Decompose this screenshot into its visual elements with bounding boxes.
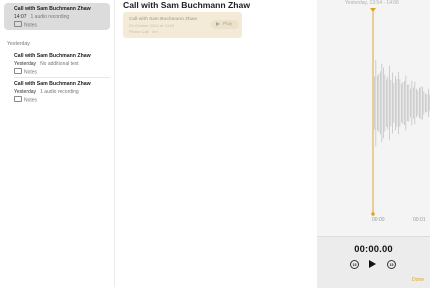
waveform-bar [410,89,411,118]
waveform-bar [394,83,395,123]
waveform-bar [377,76,378,131]
waveform-bar [404,81,405,125]
waveform-bar [397,79,398,127]
playhead-bottom-handle [371,212,374,215]
waveform-bar [400,79,401,127]
waveform-bar [398,72,399,134]
waveform-bar [412,81,413,125]
waveform-bar [419,88,420,118]
waveform-bar [403,82,404,124]
notes-list: Call with Sam Buchmann Zhaw 14:07 1 audio… [0,0,115,287]
play-label: Play [223,22,232,27]
list-item[interactable]: Call with Sam Buchmann Zhaw Yesterday No … [4,50,110,77]
waveform-bar [427,94,428,113]
note-time: Yesterday [14,61,36,67]
waveform-bar [415,82,416,124]
waveform-bar [418,90,419,115]
waveform-bar [392,73,393,134]
waveform-bar [413,88,414,119]
waveform-bar [391,80,392,126]
waveform-bar [388,77,389,130]
playhead-top-handle [370,8,376,12]
skip-forward-icon[interactable]: 15 [387,260,396,269]
page-title: Call with Sam Buchmann Zhaw [123,0,250,10]
folder-icon [14,21,22,27]
skip-back-label: 15 [351,263,358,267]
section-header-yesterday: Yesterday [7,41,30,47]
waveform-bar [376,60,377,146]
note-preview: 1 audio recording [40,89,79,95]
waveform-bar [374,77,375,130]
done-button[interactable]: Done [412,277,424,283]
note-preview: No additional text [40,61,79,67]
waveform-bar [382,64,383,143]
playback-controls: 00:00.00 15 15 Done [317,236,430,288]
recording-time-range: Yesterday, 13:54 - 14:06 [345,0,399,6]
waveform-bar [428,89,429,117]
audio-recording-card[interactable]: Call with Sam Buchmann Zhaw 29 October 2… [123,12,242,38]
list-item[interactable]: Call with Sam Buchmann Zhaw 14:07 1 audio… [4,3,110,30]
waveform-bar [416,89,417,117]
folder-icon [14,96,22,102]
waveform-bar [425,94,426,112]
waveform-bar [395,76,396,130]
play-icon [216,22,220,26]
note-title: Call with Sam Buchmann Zhaw [14,53,91,59]
note-preview: 1 audio recording [31,14,70,20]
waveform-bar [407,85,408,121]
waveform-bar [409,84,410,121]
waveform[interactable] [317,8,430,228]
waveform-bar [422,86,423,119]
waveform-bar [421,87,422,119]
playback-timer: 00:00.00 [317,243,430,254]
waveform-bar [424,91,425,114]
folder-icon [14,68,22,74]
audio-card-duration: Phone Call · 4m [129,29,158,34]
skip-back-icon[interactable]: 15 [350,260,359,269]
audio-player-panel: Yesterday, 13:54 - 14:06 00:00 00:01 00:… [317,0,430,287]
play-icon[interactable] [369,260,376,268]
waveform-bar [379,74,380,132]
timeline-label: 00:00 [372,217,385,223]
note-folder: Notes [24,98,37,104]
note-title: Call with Sam Buchmann Zhaw [14,81,91,87]
note-folder: Notes [24,23,37,29]
waveform-bar [401,84,402,122]
note-folder: Notes [24,70,37,76]
waveform-bar [389,66,390,141]
waveform-bar [380,71,381,134]
audio-card-date: 29 October 2024 at 13:54 [129,23,174,28]
waveform-bar [386,79,387,126]
waveform-bar [383,68,384,139]
note-title: Call with Sam Buchmann Zhaw [14,6,91,12]
waveform-bar [406,76,407,131]
audio-card-title: Call with Sam Buchmann Zhaw [129,16,197,21]
skip-forward-label: 15 [388,263,395,267]
list-item[interactable]: Call with Sam Buchmann Zhaw Yesterday 1 a… [4,78,110,105]
note-time: 14:07 [14,14,27,20]
waveform-bars [374,60,430,146]
timeline-label: 00:01 [413,217,426,223]
waveform-bar [385,75,386,132]
note-time: Yesterday [14,89,36,95]
note-editor[interactable]: Call with Sam Buchmann Zhaw Call with Sa… [115,0,317,287]
play-button[interactable]: Play [211,20,239,29]
